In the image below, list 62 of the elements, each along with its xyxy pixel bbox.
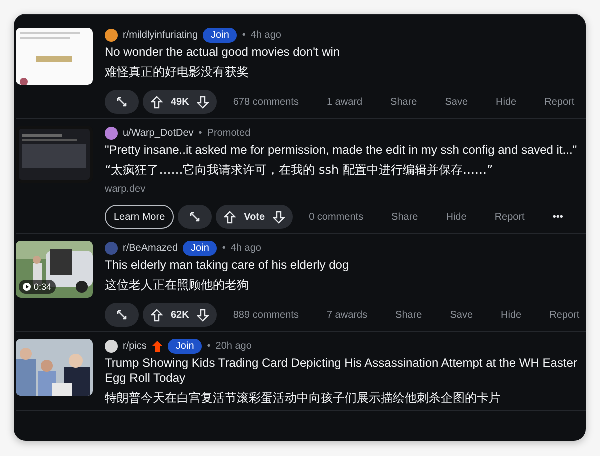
expand-button[interactable] — [105, 90, 139, 114]
post-title[interactable]: This elderly man taking care of his elderly dog — [105, 258, 580, 273]
post-translation: 这位老人正在照顾他的老狗 — [105, 277, 250, 293]
vote-score: Vote — [244, 212, 266, 222]
video-duration: 0:34 — [19, 280, 56, 294]
expand-icon — [189, 211, 202, 223]
vote-score: 49K — [171, 96, 190, 108]
awards-button[interactable]: 7 awards — [314, 310, 380, 320]
join-button[interactable]: Join — [203, 28, 238, 42]
post-title[interactable]: No wonder the actual good movies don't win — [105, 45, 580, 60]
awards-button[interactable]: 1 award — [314, 96, 375, 108]
community-name[interactable]: r/mildlyinfuriating — [123, 30, 198, 40]
expand-button[interactable] — [105, 303, 139, 327]
post-translation: “太疯狂了……它向我请求许可，在我的 ssh 配置中进行编辑并保存……” — [105, 162, 494, 178]
save-button[interactable]: Save — [438, 310, 486, 320]
more-button[interactable]: ••• — [540, 212, 576, 222]
report-button[interactable]: Report — [538, 310, 586, 320]
expand-icon — [116, 309, 128, 321]
learn-more-button[interactable]: Learn More — [105, 205, 174, 229]
post-time: 4h ago — [230, 242, 262, 254]
vote-score: 62K — [171, 310, 190, 320]
comments-button[interactable]: 889 comments — [221, 310, 311, 320]
post-title[interactable]: Trump Showing Kids Trading Card Depicting His Assassination Attempt at the WH Easter Egg Roll Today — [105, 356, 580, 386]
separator-dot: • — [198, 128, 202, 138]
downvote-icon — [273, 210, 286, 224]
community-name[interactable]: r/pics — [123, 340, 147, 352]
vote-control[interactable]: 62K — [143, 303, 218, 327]
post-time: 20h ago — [216, 340, 252, 352]
post-title[interactable]: "Pretty insane..it asked me for permission, made the edit in my ssh config and saved it..." — [105, 143, 580, 158]
upvote-icon — [151, 96, 163, 108]
report-button[interactable]: Report — [482, 212, 537, 222]
post-time: 4h ago — [250, 30, 282, 40]
join-button[interactable]: Join — [183, 240, 218, 256]
comments-button[interactable]: 0 comments — [297, 212, 376, 222]
hide-button[interactable]: Hide — [489, 310, 534, 320]
hide-button[interactable]: Hide — [484, 96, 529, 108]
separator-dot: • — [207, 340, 211, 352]
comments-button[interactable]: 678 comments — [221, 96, 311, 108]
separator-dot: • — [222, 242, 226, 254]
share-button[interactable]: Share — [380, 212, 430, 222]
community-name[interactable]: u/Warp_DotDev — [123, 128, 194, 138]
domain-link[interactable]: warp.dev — [105, 184, 580, 195]
report-button[interactable]: Report — [532, 96, 586, 108]
downvote-icon — [197, 308, 210, 322]
save-button[interactable]: Save — [433, 96, 480, 108]
expand-button[interactable] — [178, 205, 212, 229]
vote-control[interactable]: Vote — [216, 205, 294, 229]
join-button[interactable]: Join — [168, 338, 202, 354]
share-button[interactable]: Share — [384, 310, 434, 320]
expand-icon — [116, 96, 128, 108]
post-translation: 难怪真正的好电影没有获奖 — [105, 64, 250, 80]
hide-button[interactable]: Hide — [434, 212, 479, 222]
community-name[interactable]: r/BeAmazed — [123, 242, 178, 254]
upvote-icon — [224, 210, 236, 224]
share-button[interactable]: Share — [378, 96, 430, 108]
post-translation: 特朗普今天在白宫复活节滚彩蛋活动中向孩子们展示描绘他刺杀企图的卡片 — [105, 390, 502, 406]
upvote-icon — [151, 308, 163, 322]
vote-control[interactable]: 49K — [143, 90, 218, 114]
promoted-label: Promoted — [207, 128, 251, 138]
play-icon — [23, 283, 31, 291]
separator-dot: • — [242, 30, 246, 40]
downvote-icon — [197, 96, 210, 108]
